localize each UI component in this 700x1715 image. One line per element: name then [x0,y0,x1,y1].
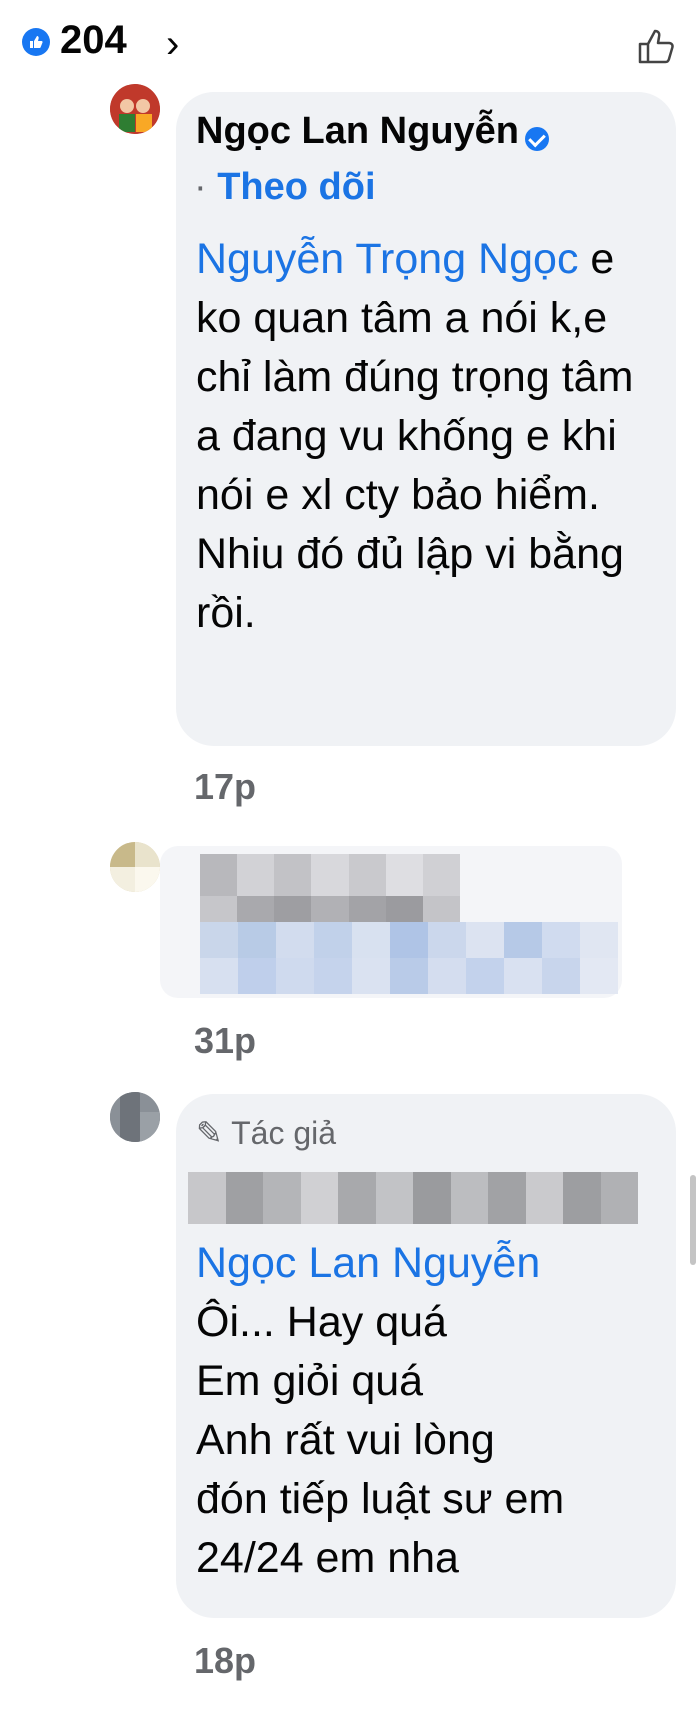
mention-link[interactable]: Ngọc Lan Nguyễn [196,1234,666,1293]
follow-link[interactable]: Theo dõi [217,166,375,208]
comment-time[interactable]: 31p [194,1020,256,1062]
redacted-author-name[interactable] [188,1172,638,1224]
comment-author[interactable]: Ngọc Lan Nguyễn [196,110,519,152]
pencil-icon: ✎ [196,1115,232,1151]
comment-bubble-blurred [160,846,622,998]
avatar[interactable] [110,1092,160,1142]
redacted-text [200,922,618,994]
like-button[interactable] [634,24,678,68]
chevron-right-icon[interactable]: › [166,22,179,67]
like-reaction-icon [22,28,50,56]
verified-badge-icon [525,126,550,151]
comment-line: Em giỏi quá [196,1357,424,1405]
comment-text: Nguyễn Trọng Ngọc e ko quan tâm a nói k,… [196,230,656,643]
reaction-count[interactable]: 204 [60,18,127,63]
comment-bubble: ✎ Tác giả Ngọc Lan Nguyễn Ôi... Hay quá … [176,1094,676,1618]
comment-line: Ôi... Hay quá [196,1298,447,1346]
comment-line: 24/24 em nha [196,1534,459,1582]
comment-line: đón tiếp luật sư em [196,1475,565,1523]
avatar[interactable] [110,84,160,134]
dot-separator: · [194,166,218,208]
comment-line: Anh rất vui lòng [196,1416,495,1464]
author-tag: Tác giả [231,1115,337,1151]
avatar[interactable] [110,842,160,892]
reaction-bar: 204 › [18,16,700,66]
comment-time[interactable]: 17p [194,766,256,808]
thumbs-up-icon [638,29,674,64]
comment-time[interactable]: 18p [194,1640,256,1682]
scrollbar[interactable] [690,1175,696,1265]
comment-body: e ko quan tâm a nói k,e chỉ làm đúng trọ… [196,235,634,637]
comment-text: Ngọc Lan Nguyễn Ôi... Hay quá Em giỏi qu… [196,1234,666,1588]
mention-link[interactable]: Nguyễn Trọng Ngọc [196,235,578,283]
comment-bubble: Ngọc Lan Nguyễn · Theo dõi Nguyễn Trọng … [176,92,676,746]
